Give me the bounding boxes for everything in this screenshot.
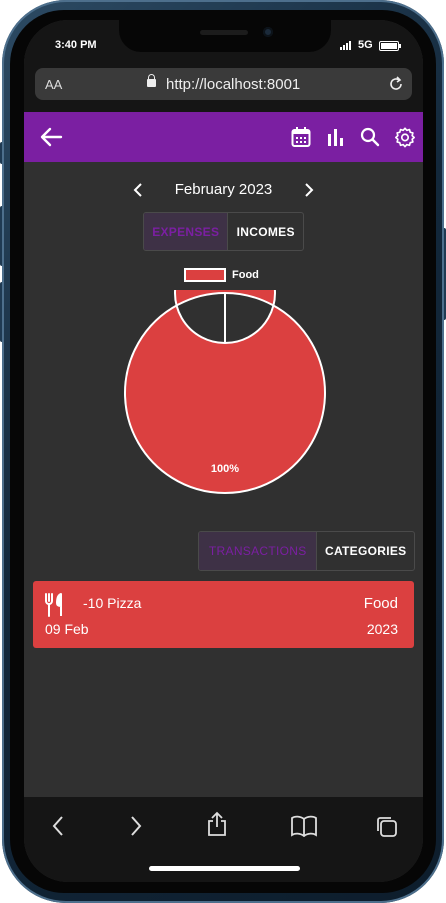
status-bar: 3:40 PM 5G xyxy=(24,20,423,66)
legend-label-food: Food xyxy=(232,269,259,281)
app-bar xyxy=(24,112,423,162)
signal-icon xyxy=(340,40,354,50)
expenses-tab[interactable]: EXPENSES xyxy=(144,213,228,250)
browser-bar: AA http://localhost:8001 xyxy=(24,66,423,112)
url-text[interactable]: http://localhost:8001 xyxy=(166,76,300,93)
notch xyxy=(119,20,331,52)
type-toggle: EXPENSES INCOMES xyxy=(143,212,304,251)
forward-icon[interactable] xyxy=(129,815,143,837)
search-icon[interactable] xyxy=(360,126,380,148)
url-bar[interactable]: AA http://localhost:8001 xyxy=(35,68,412,100)
gear-icon[interactable] xyxy=(394,126,416,148)
transactions-tab[interactable]: TRANSACTIONS xyxy=(199,532,317,570)
month-navigator: February 2023 xyxy=(24,178,423,202)
network-label: 5G xyxy=(358,39,373,51)
month-label: February 2023 xyxy=(174,181,273,198)
donut-data-label: 100% xyxy=(211,463,239,475)
speaker-grille xyxy=(200,30,248,35)
calendar-icon[interactable] xyxy=(291,126,311,148)
reload-icon[interactable] xyxy=(387,75,405,93)
back-icon[interactable] xyxy=(51,815,65,837)
tabs-icon[interactable] xyxy=(375,815,399,839)
share-icon[interactable] xyxy=(205,811,229,837)
utensils-icon xyxy=(45,593,62,617)
bookmarks-icon[interactable] xyxy=(290,815,318,837)
legend-swatch-food xyxy=(184,268,226,282)
categories-tab[interactable]: CATEGORIES xyxy=(316,532,414,570)
lock-icon xyxy=(147,74,156,87)
browser-toolbar xyxy=(24,797,423,882)
arrow-left-icon[interactable] xyxy=(39,126,63,148)
chart-legend: Food xyxy=(184,268,259,282)
transaction-title: -10 Pizza xyxy=(83,595,142,611)
bar-chart-icon[interactable] xyxy=(326,126,344,148)
transaction-date: 09 Feb xyxy=(45,621,89,637)
front-camera xyxy=(263,27,273,37)
home-indicator xyxy=(149,866,300,871)
incomes-tab[interactable]: INCOMES xyxy=(227,213,303,250)
donut-chart: 100% xyxy=(123,290,326,494)
text-size-button[interactable]: AA xyxy=(45,77,62,92)
transaction-year: 2023 xyxy=(366,621,398,637)
chevron-right-icon[interactable] xyxy=(303,182,315,198)
view-toggle: TRANSACTIONS CATEGORIES xyxy=(198,531,415,571)
screen: 3:40 PM 5G AA http://localhost:8001 Febr… xyxy=(24,20,423,882)
transaction-item[interactable]: -10 Pizza 09 Feb Food 2023 xyxy=(33,581,414,648)
status-time: 3:40 PM xyxy=(55,39,97,51)
transaction-category: Food xyxy=(363,595,398,612)
battery-icon xyxy=(379,41,401,51)
